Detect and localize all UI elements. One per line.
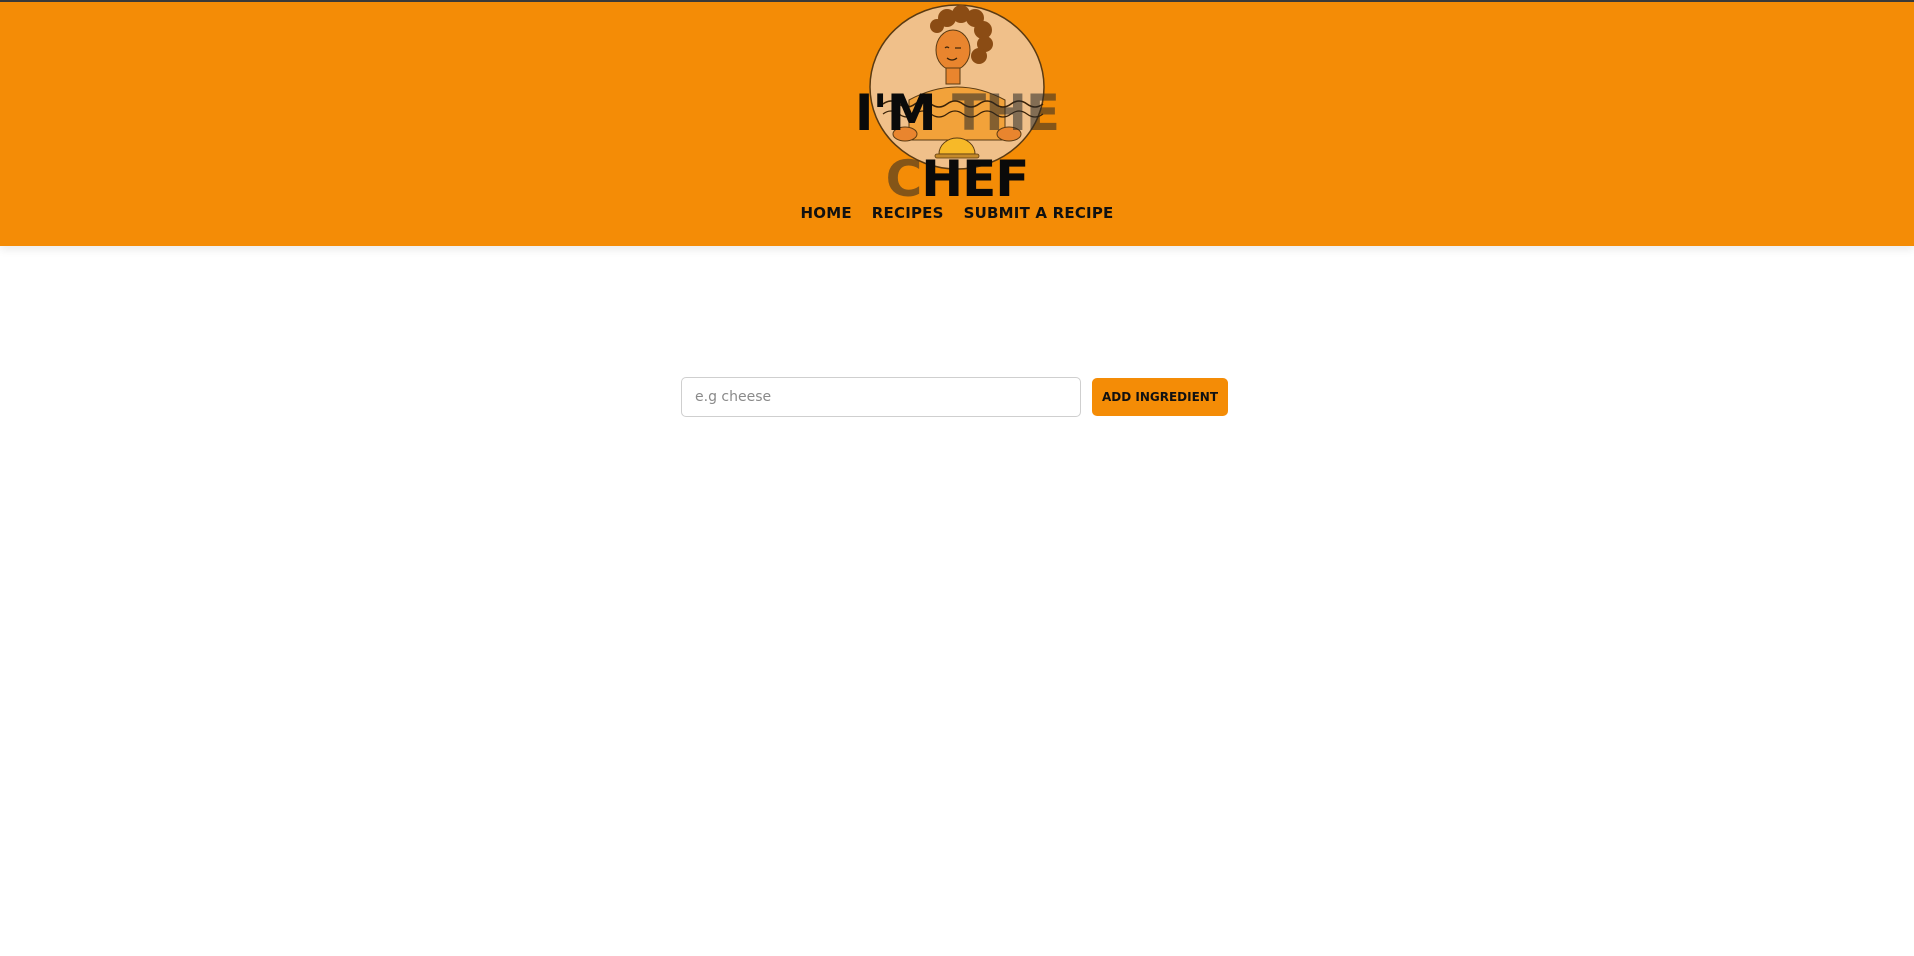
chef-girl-logo-icon	[869, 4, 1045, 170]
ingredient-input[interactable]	[681, 377, 1081, 417]
ingredient-form: ADD INGREDIENT	[681, 377, 1229, 417]
add-ingredient-button[interactable]: ADD INGREDIENT	[1092, 378, 1228, 416]
main-nav: HOME RECIPES SUBMIT A RECIPE	[0, 204, 1914, 222]
logo[interactable]: I'M THE CHEF	[797, 4, 1117, 208]
nav-submit-recipe-link[interactable]: SUBMIT A RECIPE	[964, 204, 1114, 222]
nav-recipes-link[interactable]: RECIPES	[872, 204, 944, 222]
site-header: I'M THE CHEF HOME RECIPES SUBMIT A RECIP…	[0, 2, 1914, 246]
nav-home-link[interactable]: HOME	[801, 204, 852, 222]
